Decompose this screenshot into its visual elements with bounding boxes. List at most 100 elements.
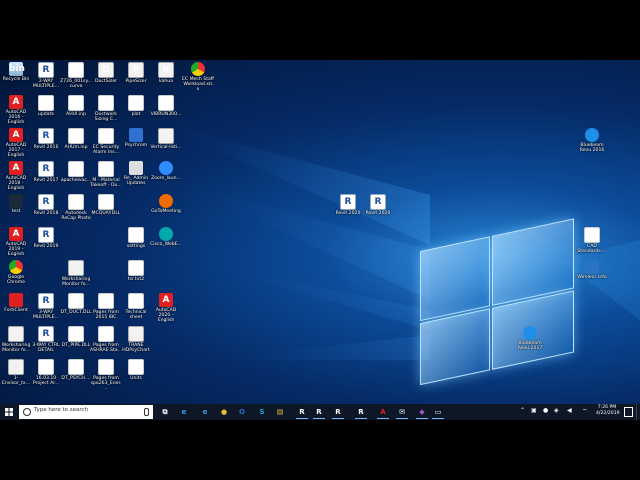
desktop-icon[interactable]: settings [120,227,152,249]
file-icon [584,227,600,243]
desktop-icon[interactable]: tsr.txt2 [120,260,152,282]
desktop-icon[interactable]: Cisco_WebE... [150,227,182,247]
chevron-up-icon[interactable]: ⌃ [520,407,525,414]
desktop-icon[interactable]: update [30,95,62,117]
desktop-icon[interactable]: GoToMeeting [150,194,182,214]
taskbar-app-task-view[interactable]: ⧉ [159,406,171,418]
taskbar-app-chrome[interactable]: ● [218,406,230,418]
desktop-icon[interactable]: Ductwork Sizing C... [90,95,122,122]
taskbar-app-revit-2017[interactable]: R [355,406,367,419]
desktop-icon[interactable]: AHUm.inp [60,128,92,150]
desktop-icon[interactable]: A AutoCAD 2019 - English [0,227,32,258]
desktop-icon[interactable]: Kkahua [150,62,182,84]
taskbar-app-notes[interactable]: ▭ [432,406,444,419]
desktop-icon[interactable]: Pages from spa263_Ener... [90,359,122,392]
taskbar-app-visual-studio[interactable]: ◆ [416,406,428,419]
desktop-icon[interactable]: R Revit 2020 [362,194,394,216]
show-desktop-button[interactable] [636,404,640,420]
desktop-icon[interactable]: Vertical-listi... [150,128,182,150]
taskbar-app-ie[interactable]: e [199,406,211,418]
action-center-icon[interactable] [624,407,633,417]
taskbar-app-revit-2019[interactable]: R [313,406,325,419]
desktop-icon[interactable]: R 2-WAY MULTIPLE... [30,62,62,89]
file-icon: bin [9,62,25,76]
desktop-icon[interactable]: A AutoCAD 2016 - English [0,95,32,126]
desktop-icon[interactable]: DT_DUCT.DLL [60,293,92,315]
desktop-icon[interactable]: Pages from ASHRAE Sta... [90,326,122,353]
taskbar-app-revit-2020[interactable]: R [332,406,344,419]
taskbar-app-file-explorer[interactable]: ▤ [274,406,286,418]
desktop-icon[interactable]: TRANE HDPsyChart [120,326,152,353]
volume-icon[interactable]: ◀ [567,407,572,414]
wifi-icon[interactable]: ⌔ [582,407,588,415]
desktop-icon[interactable]: apachelvac... [60,161,92,183]
desktop-icon[interactable]: 1-Envisor_tx... [0,359,32,386]
taskbar-app-edge[interactable]: e [178,406,190,418]
desktop-icon[interactable]: VIBRUN300... [150,95,182,117]
desktop-icon-label: Ductwork Sizing C... [94,112,118,123]
desktop-icon[interactable]: M - Material Takeoff - Du... [90,161,122,188]
desktop-icon[interactable]: DT_PIPE.DLL [60,326,92,348]
start-button[interactable] [0,404,18,420]
desktop-icon-label: Vertical-listi... [150,145,182,150]
desktop-icon[interactable]: test [0,194,32,214]
microphone-icon[interactable] [144,408,149,416]
desktop-icon-label: Bluebeam Revu 2016 [579,143,605,154]
desktop-icon-label: Google Chrome [6,275,26,286]
file-icon [158,95,174,111]
desktop-icon[interactable]: Pages from 2015 IBC [90,293,122,320]
taskbar-app-mail[interactable]: ✉ [396,406,408,419]
desktop-icon[interactable]: Worksharing Monitor fo... [0,326,32,353]
taskbar-app-skype[interactable]: S [256,406,268,418]
file-icon [129,128,143,142]
desktop-icon[interactable]: R 3-WAY CTRL DETAIL [30,326,62,353]
desktop[interactable]: bin Recycle Bin R 2-WAY MULTIPLE... Z726_001… [0,60,640,420]
desktop-icon[interactable]: Z726_001sy... curve [60,62,92,89]
desktop-icon[interactable]: R 3-WAY MULTIPLE... [30,293,62,320]
taskbar-app-revit-2018[interactable]: R [296,406,308,419]
desktop-icon[interactable]: EC Security Alarm Ins... [90,128,122,155]
desktop-icon[interactable]: R Revit 2019 [30,227,62,249]
desktop-icon[interactable]: MCQUAY.DLL [90,194,122,216]
desktop-icon[interactable]: R Revit 2018 [30,194,62,216]
desktop-icon[interactable]: DT_PSYCH.... [60,359,92,381]
desktop-icon[interactable]: bin Recycle Bin [0,62,32,82]
desktop-icon[interactable]: Re_ Admin Updates [120,161,152,186]
app-tray-icon[interactable]: ● [543,407,548,414]
desktop-icon[interactable]: Technical sheet [120,293,152,320]
windows-logo-wallpaper [420,218,574,401]
desktop-icon[interactable]: EC Mech Staff Workload.xlsx [182,62,214,93]
search-icon [23,408,31,416]
desktop-icon[interactable]: FortiClient [0,293,32,313]
search-box[interactable]: Type here to search [19,405,153,419]
taskbar-app-autocad[interactable]: A [377,406,389,419]
desktop-icon[interactable]: Zoom_laun... [150,161,182,181]
desktop-icon-label: AutoCAD 2017 - English [5,143,27,159]
desktop-icon[interactable]: CAD Standards-... [576,227,608,254]
file-icon [98,128,114,144]
desktop-icon[interactable]: R Revit 2017 [30,161,62,183]
network-icon[interactable]: ▣ [531,407,537,414]
desktop-icon[interactable]: Bluebeam Revu 2016 [576,128,608,153]
desktop-icon[interactable]: Psychrom [120,128,152,148]
taskbar-app-outlook[interactable]: O [236,406,248,418]
file-icon [98,293,114,309]
desktop-icon[interactable]: Worksharing Monitor fo... [60,260,92,287]
desktop-icon[interactable]: Wireless Info [576,260,608,280]
desktop-icon[interactable]: R Revit 2020 [332,194,364,216]
desktop-icon[interactable]: Autodesk ReCap Photo [60,194,92,221]
desktop-icon[interactable]: A AutoCAD 2020 - English [150,293,182,324]
desktop-icon[interactable]: Bluebeam Revu 2017 [514,326,546,351]
desktop-icon[interactable]: Google Chrome [0,260,32,285]
desktop-icon[interactable]: Units [120,359,152,381]
app-tray-icon-2[interactable]: ◈ [554,407,559,414]
desktop-icon[interactable]: A AutoCAD 2018 - English [0,161,32,192]
desktop-icon[interactable]: plot [120,95,152,117]
desktop-icon[interactable]: P PipeSizer [120,62,152,84]
clock[interactable]: 7:26 PM 4/22/2019 [596,405,620,417]
desktop-icon[interactable]: 16.03.10 Project Ar... [30,359,62,386]
desktop-icon[interactable]: D DuctSizer [90,62,122,84]
desktop-icon[interactable]: AHUI.inp [60,95,92,117]
desktop-icon[interactable]: A AutoCAD 2017 - English [0,128,32,159]
desktop-icon[interactable]: R Revit 2016 [30,128,62,150]
